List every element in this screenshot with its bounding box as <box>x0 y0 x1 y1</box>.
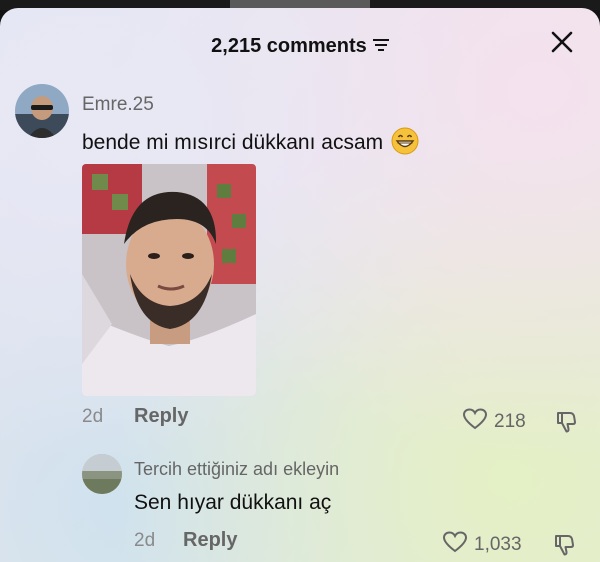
reply-username[interactable]: Tercih ettiğiniz adı ekleyin <box>134 459 339 480</box>
attached-photo[interactable] <box>82 164 256 396</box>
grinning-emoji-icon <box>391 127 419 161</box>
comment-date: 2d <box>82 406 104 427</box>
dislike-icon[interactable] <box>555 409 581 435</box>
comment-count-title: 2,215 comments <box>211 35 367 57</box>
reply-button[interactable]: Reply <box>134 405 188 428</box>
close-icon[interactable] <box>548 28 576 56</box>
comment-text: bende mi mısırci dükkanı acsam <box>82 127 419 161</box>
heart-icon <box>462 407 488 437</box>
comments-sheet: 2,215 comments Emre.25 bende mi mısırci … <box>0 8 600 562</box>
heart-icon <box>442 530 468 560</box>
sort-icon[interactable] <box>372 35 389 58</box>
avatar[interactable] <box>15 84 69 138</box>
reply-button[interactable]: Reply <box>183 529 237 552</box>
avatar[interactable] <box>82 454 122 494</box>
comments-header: 2,215 comments <box>0 35 600 58</box>
like-button[interactable]: 1,033 <box>442 530 522 560</box>
comment-username[interactable]: Emre.25 <box>82 94 154 116</box>
dislike-icon[interactable] <box>553 532 579 558</box>
like-button[interactable]: 218 <box>462 407 526 437</box>
reply-text: Sen hıyar dükkanı aç <box>134 491 332 514</box>
reply-date: 2d <box>134 530 156 551</box>
like-count: 218 <box>494 411 526 432</box>
like-count: 1,033 <box>474 534 522 555</box>
